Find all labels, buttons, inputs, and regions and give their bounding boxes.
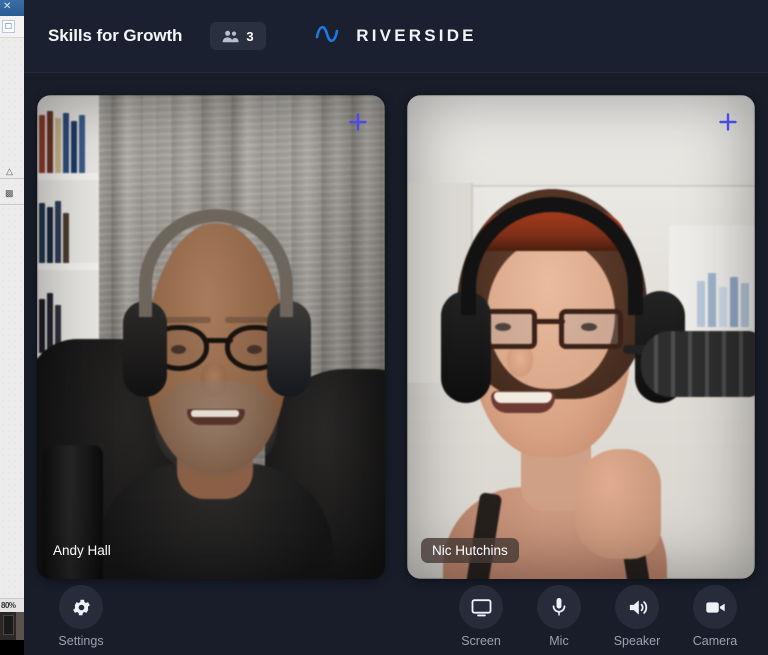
video-feed — [407, 95, 755, 579]
participants-badge[interactable]: 3 — [210, 22, 266, 50]
taskbar-icon[interactable] — [3, 615, 14, 635]
zoom-level-status: 80% — [0, 598, 24, 612]
brand-logo: RIVERSIDE — [306, 21, 486, 51]
gear-icon — [59, 585, 103, 629]
background-window-titlebar: ✕ — [0, 0, 24, 16]
participant-name-label: Nic Hutchins — [421, 538, 519, 563]
clipboard-icon[interactable]: ☐ — [2, 20, 15, 33]
video-tile-nic-hutchins[interactable]: Nic Hutchins — [407, 95, 755, 579]
video-feed — [37, 95, 385, 579]
settings-label: Settings — [58, 634, 104, 648]
share-screen-label: Screen — [461, 634, 501, 648]
mic-label: Mic — [549, 634, 569, 648]
video-tile-andy-hall[interactable]: Andy Hall — [37, 95, 385, 579]
riverside-app-window: Skills for Growth 3 RIVERSIDE Andy Hall … — [24, 0, 768, 655]
divider — [0, 178, 24, 179]
chevron-up-icon: △ — [6, 166, 13, 176]
taskbar-edge — [16, 612, 24, 640]
speaker-icon — [615, 585, 659, 629]
speaker-label: Speaker — [613, 634, 661, 648]
video-stage: Andy Hall Nic Hutchins — [24, 73, 768, 579]
add-to-stage-button[interactable] — [717, 111, 739, 133]
camera-button[interactable]: Camera — [684, 585, 746, 648]
monitor-icon — [459, 585, 503, 629]
mic-button[interactable]: Mic — [528, 585, 590, 648]
media-controls: Screen Mic Speaker Camera — [450, 585, 746, 648]
screen-edge — [0, 640, 24, 655]
participant-name-label: Andy Hall — [53, 543, 111, 558]
move-icon: ▩ — [5, 188, 14, 198]
close-icon[interactable]: ✕ — [3, 1, 11, 13]
app-footer: Settings Screen Mic Speaker Camera — [24, 579, 768, 655]
page-title: Skills for Growth — [48, 26, 183, 45]
add-to-stage-button[interactable] — [347, 111, 369, 133]
participants-count: 3 — [246, 28, 254, 44]
riverside-wave-icon — [315, 23, 345, 50]
microphone-icon — [537, 585, 581, 629]
background-window-body: △ ▩ — [0, 38, 24, 598]
people-icon — [222, 30, 239, 43]
brand-name: RIVERSIDE — [356, 26, 477, 45]
plus-icon — [719, 113, 737, 131]
taskbar — [0, 612, 24, 640]
background-window-ribbon: ☐ — [0, 16, 24, 38]
video-camera-icon — [693, 585, 737, 629]
settings-button[interactable]: Settings — [50, 585, 112, 648]
camera-label: Camera — [692, 634, 738, 648]
divider — [0, 204, 24, 205]
plus-icon — [349, 113, 367, 131]
speaker-button[interactable]: Speaker — [606, 585, 668, 648]
background-desktop-window: ✕ ☐ △ ▩ 80% — [0, 0, 24, 655]
share-screen-button[interactable]: Screen — [450, 585, 512, 648]
app-header: Skills for Growth 3 RIVERSIDE — [24, 0, 768, 73]
